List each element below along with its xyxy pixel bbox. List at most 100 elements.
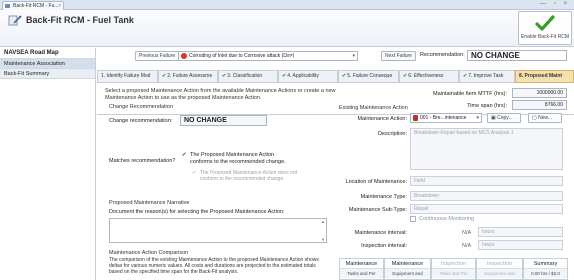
wizard-step-2[interactable]: ✔2. Failure Assessme xyxy=(158,70,218,83)
maintenance-interval-label: Maintenance interval: xyxy=(354,230,407,236)
narrative-label: Document the reason(s) for selecting the… xyxy=(109,209,285,215)
not-conforms-option[interactable]: ✔ The Proposed Maintenance Action does n… xyxy=(192,170,302,182)
chevron-down-icon: ▾ xyxy=(476,115,479,121)
wizard-step-7[interactable]: ✔7. Improve Task xyxy=(459,70,515,83)
maintenance-action-select[interactable]: 001 - Bre...intenance ▾ xyxy=(410,113,482,123)
narrative-title: Proposed Maintenance Narrative xyxy=(109,200,190,206)
time-span-field: 8766.00 xyxy=(512,100,567,110)
existing-action-title: Existing Maintenance Action xyxy=(339,105,408,111)
comparison-tab-5[interactable]: Summary 0.00 hrs / $2.0 xyxy=(523,258,568,280)
change-recommendation-title: Change Recommendation xyxy=(109,104,173,110)
sidebar-item-back-fit-summary[interactable]: Back-Fit Summary xyxy=(0,69,95,79)
tab-subheader: Tasks and Per xyxy=(432,269,475,278)
tab-title: Back-Fit RCM - Fu... xyxy=(13,3,59,9)
comparison-tabs: Maintenance Tasks and Per Maintenance Equip… xyxy=(339,258,574,280)
comparison-tab-3[interactable]: Inspection Tasks and Per xyxy=(431,258,476,280)
tab-header: Inspection xyxy=(477,259,522,269)
scroll-up-icon[interactable]: ▲ xyxy=(321,219,325,224)
document-tab[interactable]: Back-Fit RCM - Fu... × xyxy=(2,1,64,10)
continuous-monitoring-checkbox[interactable]: Continuous Monitoring xyxy=(410,216,474,222)
change-recommendation-field: NO CHANGE xyxy=(180,115,267,126)
maintenance-interval-unit: hours xyxy=(478,227,563,237)
intro-text: Select a proposed Maintenance Action fro… xyxy=(105,88,336,101)
document-icon xyxy=(5,4,10,8)
mttf-label: Maintainable Item MTTF (hrs): xyxy=(433,91,507,97)
checkbox-icon xyxy=(410,216,416,222)
wizard-step-label: 8. Proposed Maint xyxy=(519,73,563,79)
conforms-option[interactable]: ✔ The Proposed Maintenance Action confor… xyxy=(182,152,292,166)
narrative-textarea[interactable]: ▲ ▼ xyxy=(109,218,327,243)
title-bar: Back-Fit RCM - Fu... × — ▫ × xyxy=(0,0,574,10)
close-icon[interactable]: × xyxy=(58,2,61,10)
failure-navigation-bar: Previous Failure Corroding of Inlet due … xyxy=(97,48,574,64)
wizard-step-label: 3. Classification xyxy=(227,73,263,79)
scroll-down-icon[interactable]: ▼ xyxy=(321,237,325,242)
failure-select[interactable]: Corroding of Inlet due to Corrosive atta… xyxy=(178,51,358,61)
page-title: Back-Fit RCM - Fuel Tank xyxy=(26,15,134,25)
checkmark-icon: ✔ xyxy=(342,73,347,79)
matches-recommendation-label: Matches recommendation? xyxy=(109,158,176,164)
change-recommendation-label: Change recommendation: xyxy=(109,118,173,124)
description-label: Description: xyxy=(377,131,407,137)
tab-header: Maintenance xyxy=(340,259,383,269)
maintenance-action-label: Maintenance Action: xyxy=(357,116,407,122)
sidebar-heading: NAVSEA Road Map xyxy=(0,48,95,59)
maintenance-subtype-field: Repair xyxy=(410,204,563,214)
wizard-step-1[interactable]: 1. Identify Failure Mod xyxy=(97,70,158,83)
wizard-step-label: 2. Failure Assessme xyxy=(167,73,213,79)
inspection-interval-unit: hours xyxy=(478,240,563,250)
next-failure-button[interactable]: Next Failure xyxy=(381,51,416,61)
tool-icon xyxy=(413,115,418,121)
recommendation-label: Recommendation: xyxy=(420,52,465,58)
maintenance-interval-value: N/A xyxy=(462,230,472,236)
checkmark-icon: ✔ xyxy=(182,152,187,158)
new-button[interactable]: ▢ New... xyxy=(528,113,562,123)
mttf-field: 1000000.00 xyxy=(512,88,567,98)
maintenance-subtype-label: Maintenance Sub-Type: xyxy=(348,207,407,213)
enable-button-label: Enable Back-Fit RCM xyxy=(520,34,570,40)
previous-failure-button[interactable]: Previous Failure xyxy=(135,51,180,61)
sidebar: NAVSEA Road Map Maintenance Association … xyxy=(0,48,96,280)
comparison-tab-2[interactable]: Maintenance Equipment and xyxy=(384,258,431,280)
checkmark-icon: ✔ xyxy=(192,170,197,176)
comparison-title: Maintenance Action Comparison xyxy=(109,250,189,256)
inspection-interval-label: Inspection interval: xyxy=(361,243,407,249)
comparison-tab-1[interactable]: Maintenance Tasks and Per xyxy=(339,258,384,280)
checkmark-icon: ✔ xyxy=(282,73,287,79)
wizard-step-3[interactable]: ✔3. Classification xyxy=(218,70,278,83)
no-entry-icon xyxy=(181,53,187,59)
checkmark-icon xyxy=(535,15,555,31)
wizard-step-5[interactable]: ✔5. Failure Conseque xyxy=(338,70,399,83)
copy-button-label: Copy... xyxy=(497,115,513,121)
wizard-step-8[interactable]: 8. Proposed Maint xyxy=(515,70,574,83)
new-button-label: New... xyxy=(538,115,553,121)
location-label: Location of Maintenance: xyxy=(345,179,407,185)
wizard-step-6[interactable]: ✔6. Effectiveness xyxy=(399,70,459,83)
location-field: Field xyxy=(410,176,563,186)
chevron-down-icon: ▾ xyxy=(352,53,355,59)
enable-back-fit-button[interactable]: Enable Back-Fit RCM xyxy=(518,11,572,45)
tab-subheader: Equipment and xyxy=(477,269,522,278)
time-span-label: Time span (hrs): xyxy=(467,103,507,109)
window-controls[interactable]: — ▫ × xyxy=(540,1,570,7)
maintenance-type-field: Breakdown xyxy=(410,191,563,201)
checkmark-icon: ✔ xyxy=(403,73,408,79)
checkmark-icon: ✔ xyxy=(222,73,227,79)
comparison-tab-4[interactable]: Inspection Equipment and xyxy=(476,258,523,280)
copy-button[interactable]: ▣ Copy... xyxy=(487,113,521,123)
description-field: Breakdown Repair based on MCS Analysis 1 xyxy=(410,128,563,170)
sidebar-item-maintenance-association[interactable]: Maintenance Association xyxy=(0,59,95,69)
tab-header: Summary xyxy=(524,259,567,269)
wizard-step-label: 6. Effectiveness xyxy=(408,73,444,79)
failure-select-value: Corroding of Inlet due to Corrosive atta… xyxy=(189,53,295,59)
wizard-step-4[interactable]: ✔4. Applicability xyxy=(278,70,338,83)
wizard-steps: 1. Identify Failure Mod ✔2. Failure Asses… xyxy=(97,70,574,83)
checkmark-icon: ✔ xyxy=(162,73,167,79)
tab-subheader: Equipment and xyxy=(385,269,430,278)
tab-header: Inspection xyxy=(432,259,475,269)
tab-subheader: 0.00 hrs / $2.0 xyxy=(524,269,567,278)
tab-subheader: Tasks and Per xyxy=(340,269,383,278)
checkmark-icon: ✔ xyxy=(463,73,468,79)
wizard-step-label: 7. Improve Task xyxy=(468,73,504,79)
wizard-step-label: 5. Failure Conseque xyxy=(347,73,393,79)
